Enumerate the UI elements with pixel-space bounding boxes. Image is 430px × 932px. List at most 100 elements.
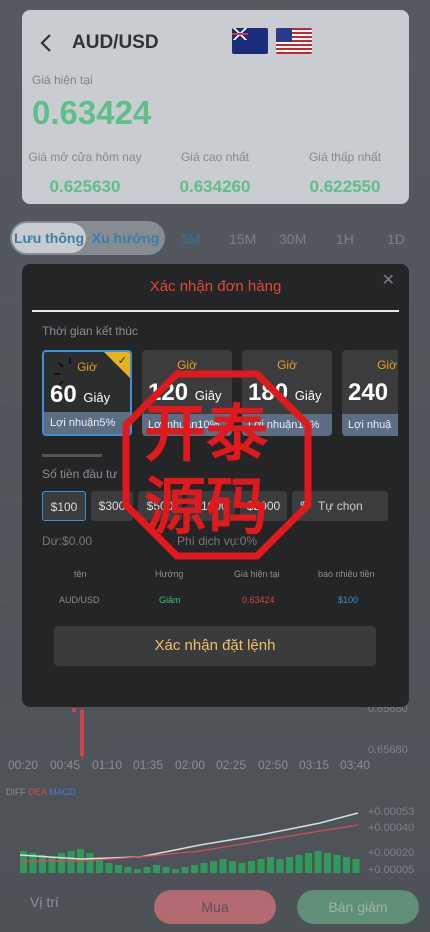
macd-histogram-bar xyxy=(257,859,265,873)
macd-histogram-bar xyxy=(181,867,189,873)
table-cell-direction: Giảm xyxy=(159,595,181,605)
x-tick-label: 01:10 xyxy=(92,758,123,772)
macd-histogram-bar xyxy=(276,859,284,873)
macd-histogram-bar xyxy=(238,863,246,873)
bottom-action-bar: Vị trí Mua Bán giảm xyxy=(0,880,430,932)
x-tick-label: 01:35 xyxy=(133,758,164,772)
macd-tick-label: +0.00053 xyxy=(368,806,415,818)
macd-histogram-bar xyxy=(105,863,113,873)
macd-histogram-bar xyxy=(67,851,75,873)
open-price-value: 0.625630 xyxy=(49,177,121,196)
confirm-order-button[interactable]: Xác nhận đặt lệnh xyxy=(54,626,376,666)
current-price-label: Giá hiện tại xyxy=(32,73,93,87)
time-unit: Giờ xyxy=(377,358,397,372)
macd-histogram-bar xyxy=(134,869,141,873)
open-price-stat: Giá mở cửa hôm nay 0.625630 xyxy=(20,150,150,197)
usa-flag-icon xyxy=(276,28,312,54)
pair-title: AUD/USD xyxy=(72,32,159,53)
table-header-direction: Hướng xyxy=(155,569,184,579)
macd-histogram-bar xyxy=(96,859,103,873)
x-tick-label: 00:20 xyxy=(8,758,39,772)
time-number: 240 xyxy=(348,379,389,406)
x-tick-label: 00:45 xyxy=(50,758,81,772)
time-number: 60 Giây xyxy=(50,381,111,408)
macd-histogram-bar xyxy=(305,853,312,873)
svg-text:源码: 源码 xyxy=(144,470,268,543)
macd-histogram-bar xyxy=(314,851,322,873)
macd-histogram-bar xyxy=(333,855,341,873)
macd-histogram-bar xyxy=(39,855,46,873)
macd-histogram-bar xyxy=(153,865,160,873)
profit-label: Lợi nhuận5% xyxy=(44,412,130,434)
high-price-value: 0.634260 xyxy=(179,177,251,196)
high-price-stat: Giá cao nhất 0.634260 xyxy=(150,150,280,197)
x-tick-label: 03:15 xyxy=(299,758,330,772)
amount-option-100[interactable]: $100 xyxy=(42,491,86,521)
table-cell-name: AUD/USD xyxy=(59,595,100,605)
low-price-label: Giá thấp nhất xyxy=(308,150,382,164)
macd-tick-label: +0.00020 xyxy=(368,847,415,859)
timeframe-tab-5m[interactable]: 5M xyxy=(181,231,200,247)
macd-histogram-bar xyxy=(48,857,56,873)
timeframe-tab-1h[interactable]: 1H xyxy=(336,231,354,247)
macd-histogram-bar xyxy=(58,853,65,873)
open-price-label: Giá mở cửa hôm nay xyxy=(28,150,142,164)
macd-chart xyxy=(19,812,360,873)
macd-histogram-bar xyxy=(210,861,217,873)
x-tick-label: 02:00 xyxy=(175,758,206,772)
timeframe-tab-30m[interactable]: 30M xyxy=(279,231,306,247)
macd-histogram-bar xyxy=(162,867,170,873)
macd-histogram-bar xyxy=(115,865,122,873)
modal-title: Xác nhận đơn hàng xyxy=(149,278,282,295)
macd-histogram-bar xyxy=(20,851,27,873)
title-divider xyxy=(32,310,399,312)
macd-histogram-bar xyxy=(352,859,360,873)
macd-histogram-bar xyxy=(286,857,293,873)
sell-short-button[interactable]: Bán giảm xyxy=(297,890,419,924)
macd-histogram-bar xyxy=(124,867,132,873)
time-option-60[interactable]: ✓ Giờ 60 Giây Lợi nhuận5% xyxy=(42,350,132,436)
section-divider xyxy=(42,454,102,457)
close-icon[interactable]: ✕ xyxy=(382,270,395,290)
x-tick-label: 02:50 xyxy=(258,758,289,772)
table-header-name: tên xyxy=(74,569,87,579)
macd-histogram-bar xyxy=(219,859,227,873)
end-time-label: Thời gian kết thúc xyxy=(42,324,138,338)
current-price-value: 0.63424 xyxy=(32,94,152,131)
low-price-value: 0.622550 xyxy=(309,177,381,196)
australia-flag-icon xyxy=(232,28,268,54)
time-unit: Giờ xyxy=(77,360,97,374)
x-tick-label: 02:25 xyxy=(216,758,247,772)
buy-button[interactable]: Mua xyxy=(154,890,276,924)
position-button[interactable]: Vị trí xyxy=(30,894,59,910)
investment-amount-label: Số tiền đầu tư xyxy=(42,467,118,481)
macd-histogram-bar xyxy=(295,855,303,873)
macd-histogram-bar xyxy=(191,865,198,873)
macd-histogram-bar xyxy=(248,861,255,873)
quote-card: AUD/USD Giá hiện tại 0.63424 Giá mở cửa … xyxy=(22,10,409,204)
macd-tick-label: +0.00040 xyxy=(368,822,415,834)
profit-label: Lợi nhuậ xyxy=(342,414,398,436)
mode-switch: Lưu thông Xu hướng xyxy=(10,221,165,255)
table-header-price: Giá hiện tại xyxy=(234,569,280,579)
mode-tab-trend[interactable]: Xu hướng xyxy=(88,223,163,253)
macd-histogram-bar xyxy=(229,861,236,873)
back-arrow-icon[interactable] xyxy=(36,32,58,54)
low-price-stat: Giá thấp nhất 0.622550 xyxy=(280,150,410,197)
macd-histogram-bar xyxy=(343,857,350,873)
svg-text:开泰: 开泰 xyxy=(144,397,269,470)
macd-histogram-bar xyxy=(324,853,331,873)
macd-histogram-bar xyxy=(200,863,208,873)
macd-histogram-bar xyxy=(86,853,94,873)
timeframe-tab-15m[interactable]: 15M xyxy=(229,231,256,247)
timeframe-tab-1d[interactable]: 1D xyxy=(387,231,405,247)
mode-tab-circulation[interactable]: Lưu thông xyxy=(12,223,86,253)
macd-histogram-bar xyxy=(172,869,179,873)
high-price-label: Giá cao nhất xyxy=(180,150,250,164)
y-tick-label: 0.65680 xyxy=(368,744,408,756)
table-cell-price: 0.63424 xyxy=(242,595,275,605)
x-tick-label: 03:40 xyxy=(340,758,371,772)
table-cell-amount: $100 xyxy=(338,595,359,605)
time-option-240[interactable]: Giờ 240 Lợi nhuậ xyxy=(342,350,398,436)
watermark-stamp: 开泰 源码 xyxy=(122,370,312,560)
